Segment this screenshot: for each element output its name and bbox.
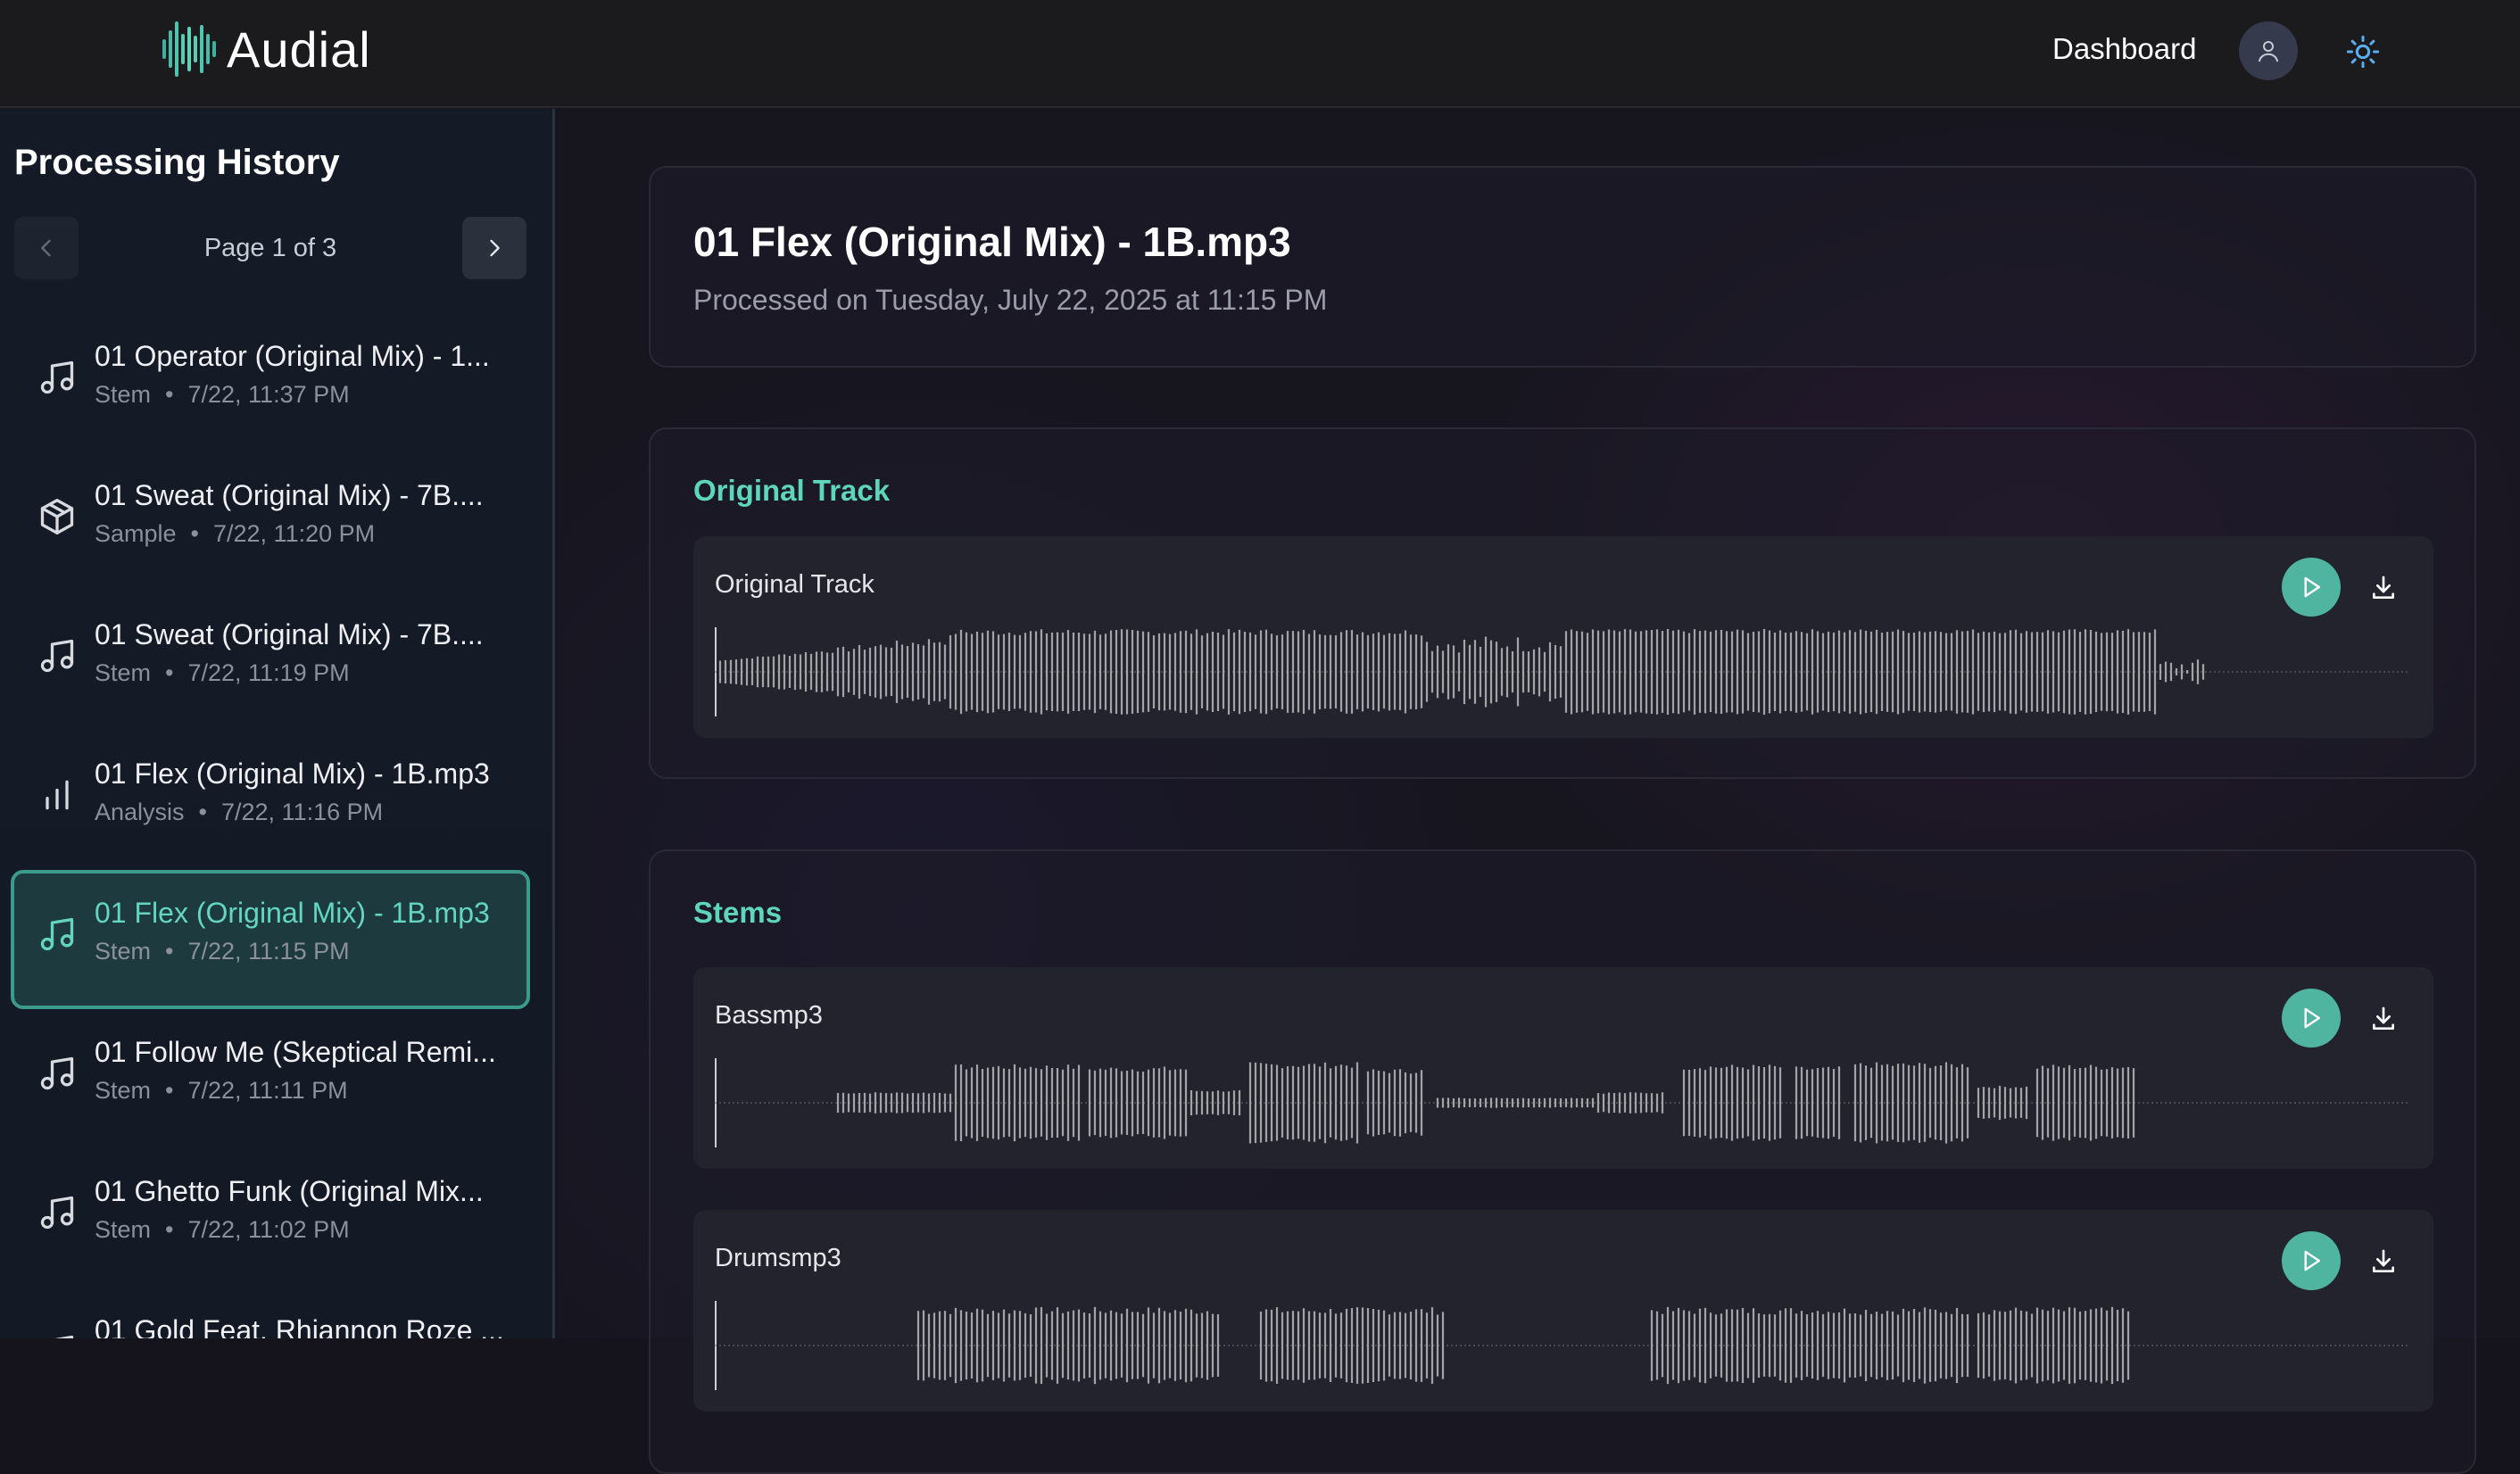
- play-button[interactable]: [2282, 989, 2341, 1048]
- history-item-time: 7/22, 11:15 PM: [187, 938, 350, 965]
- waveform-scrubber[interactable]: [715, 627, 2410, 716]
- track-name: Original Track: [715, 570, 875, 599]
- separator-dot: •: [165, 659, 174, 686]
- user-avatar-button[interactable]: [2239, 21, 2298, 80]
- history-item-meta: Sample • 7/22, 11:20 PM: [95, 520, 375, 548]
- history-item[interactable]: 01 Flex (Original Mix) - 1B.mp3 Stem • 7/22…: [11, 870, 530, 1009]
- chevron-right-icon: [490, 239, 500, 257]
- separator-dot: •: [165, 1077, 174, 1104]
- play-button[interactable]: [2282, 558, 2341, 617]
- history-item-time: 7/22, 11:16 PM: [221, 799, 384, 825]
- dashboard-link[interactable]: Dashboard: [2052, 32, 2196, 66]
- history-item-name: 01 Operator (Original Mix) - 1...: [95, 340, 490, 372]
- play-button[interactable]: [2282, 1231, 2341, 1290]
- stem-track-player: Bassmp3: [693, 967, 2433, 1169]
- music-note-icon: [40, 917, 74, 951]
- next-page-button[interactable]: [462, 217, 526, 279]
- history-item-meta: Stem • 7/22, 11:37 PM: [95, 381, 350, 409]
- history-item-time: 7/22, 11:37 PM: [187, 381, 350, 408]
- download-button[interactable]: [2358, 563, 2408, 613]
- download-icon: [2373, 1006, 2394, 1030]
- history-item-time: 7/22, 11:20 PM: [213, 520, 376, 547]
- history-item-type: Stem: [95, 381, 152, 408]
- stem-track-player: Drumsmp3: [693, 1210, 2433, 1412]
- page-indicator: Page 1 of 3: [203, 234, 337, 262]
- history-item-meta: Stem • 7/22, 11:19 PM: [95, 659, 350, 687]
- original-track-player: Original Track: [693, 536, 2433, 738]
- download-icon: [2373, 1249, 2394, 1272]
- history-item-type: Analysis: [95, 799, 185, 825]
- history-item[interactable]: 01 Ghetto Funk (Original Mix... Stem • 7/22…: [11, 1148, 530, 1288]
- file-header-card: 01 Flex (Original Mix) - 1B.mp3 Processe…: [649, 166, 2476, 368]
- package-icon: [40, 499, 74, 534]
- stems-card: Stems Bassmp3 Drumsmp3: [649, 849, 2476, 1474]
- separator-dot: •: [165, 1216, 174, 1243]
- history-item-name: 01 Flex (Original Mix) - 1B.mp3: [95, 897, 490, 929]
- download-icon: [2373, 576, 2394, 599]
- waveform-scrubber[interactable]: [715, 1058, 2410, 1147]
- history-item[interactable]: 01 Gold Feat. Rhiannon Roze ...Stem: [11, 1288, 530, 1338]
- separator-dot: •: [198, 799, 207, 825]
- history-item[interactable]: 01 Sweat (Original Mix) - 7B.... Sample • 7…: [11, 452, 530, 592]
- history-item-name: 01 Gold Feat. Rhiannon Roze ...: [95, 1314, 504, 1338]
- play-icon: [2304, 576, 2320, 598]
- file-title: 01 Flex (Original Mix) - 1B.mp3: [693, 219, 1291, 265]
- separator-dot: •: [165, 381, 174, 408]
- history-item-time: 7/22, 11:11 PM: [187, 1077, 348, 1104]
- history-item-name: 01 Follow Me (Skeptical Remi...: [95, 1036, 496, 1068]
- original-section-title: Original Track: [693, 474, 891, 507]
- separator-dot: •: [190, 520, 199, 547]
- app-name: Audial: [227, 21, 371, 78]
- user-icon: [2259, 41, 2278, 62]
- track-name: Drumsmp3: [715, 1244, 841, 1272]
- music-note-icon: [40, 1056, 74, 1090]
- sidebar-title: Processing History: [14, 143, 340, 182]
- history-item[interactable]: 01 Operator (Original Mix) - 1... Stem • 7/…: [11, 313, 530, 452]
- main-content: 01 Flex (Original Mix) - 1B.mp3 Processe…: [558, 109, 2520, 1474]
- history-item-name: 01 Sweat (Original Mix) - 7B....: [95, 618, 484, 650]
- music-note-icon: [40, 1196, 74, 1230]
- download-button[interactable]: [2358, 1237, 2408, 1287]
- history-item[interactable]: 01 Follow Me (Skeptical Remi... Stem • 7/22…: [11, 1009, 530, 1148]
- play-icon: [2304, 1250, 2320, 1271]
- history-item-meta: Stem • 7/22, 11:15 PM: [95, 938, 350, 965]
- sun-icon: [2346, 35, 2380, 69]
- history-item[interactable]: 01 Flex (Original Mix) - 1B.mp3 Analysis •…: [11, 731, 530, 870]
- bar-chart-icon: [46, 780, 69, 810]
- music-note-icon: [54, 1335, 74, 1338]
- music-note-icon: [40, 360, 74, 394]
- history-item-meta: Stem • 7/22, 11:02 PM: [95, 1216, 350, 1244]
- processed-date: Processed on Tuesday, July 22, 2025 at 1…: [693, 284, 1328, 316]
- top-bar: Audial Dashboard: [0, 0, 2520, 108]
- waveform-scrubber[interactable]: [715, 1301, 2410, 1390]
- theme-toggle-button[interactable]: [2338, 27, 2388, 77]
- logo[interactable]: Audial: [161, 20, 371, 79]
- history-item-name: 01 Sweat (Original Mix) - 7B....: [95, 479, 484, 511]
- history-sidebar: Processing History Page 1 of 3 01 Operat…: [0, 109, 555, 1338]
- download-button[interactable]: [2358, 994, 2408, 1044]
- waveform-logo-icon: [162, 21, 216, 77]
- original-track-card: Original Track Original Track: [649, 427, 2476, 779]
- history-item-name: 01 Ghetto Funk (Original Mix...: [95, 1175, 484, 1207]
- stems-section-title: Stems: [693, 896, 783, 929]
- history-item-name: 01 Flex (Original Mix) - 1B.mp3: [95, 758, 490, 790]
- history-item-type: Stem: [95, 1077, 152, 1104]
- history-item-type: Sample: [95, 520, 177, 547]
- play-icon: [2304, 1007, 2320, 1029]
- history-list: 01 Operator (Original Mix) - 1... Stem • 7/…: [0, 313, 541, 1338]
- history-item-meta: Stem • 7/22, 11:11 PM: [95, 1077, 348, 1105]
- history-item-type: Stem: [95, 1216, 152, 1243]
- history-item-meta: Analysis • 7/22, 11:16 PM: [95, 799, 383, 826]
- music-note-icon: [40, 639, 74, 673]
- history-item-time: 7/22, 11:19 PM: [187, 659, 350, 686]
- history-item-time: 7/22, 11:02 PM: [187, 1216, 350, 1243]
- track-name: Bassmp3: [715, 1001, 823, 1030]
- history-item-type: Stem: [95, 659, 152, 686]
- separator-dot: •: [165, 938, 174, 965]
- history-item-type: Stem: [95, 938, 152, 965]
- history-item[interactable]: 01 Sweat (Original Mix) - 7B.... Stem • 7/2…: [11, 592, 530, 731]
